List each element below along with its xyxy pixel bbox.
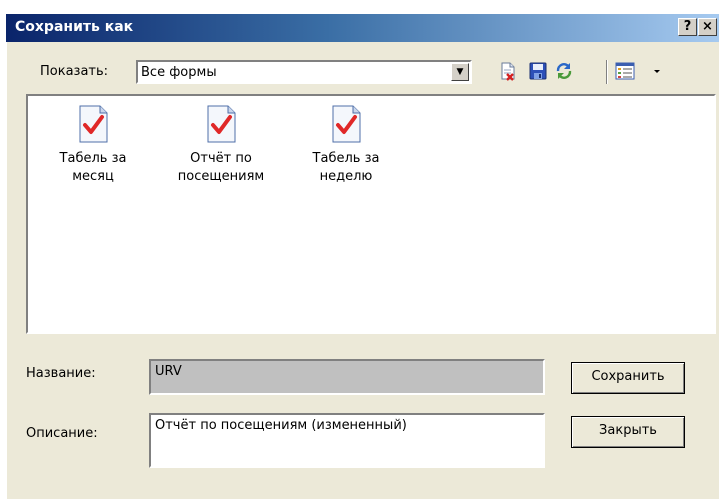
form-document-icon <box>332 105 361 143</box>
save-button[interactable]: Сохранить <box>571 362 685 394</box>
list-item-label: Отчёт по посещениям <box>177 151 265 184</box>
list-item-label: Табель за месяц <box>59 151 127 184</box>
form-item-weekly-timesheet[interactable]: Табель за неделю <box>291 104 401 186</box>
form-document-icon <box>79 105 108 143</box>
form-document-icon <box>207 105 236 143</box>
form-item-monthly-timesheet[interactable]: Табель за месяц <box>38 104 148 186</box>
title-bar: Сохранить как ? × <box>6 14 719 42</box>
toolbar-separator <box>606 60 608 84</box>
form-item-attendance-report[interactable]: Отчёт по посещениям <box>166 104 276 186</box>
description-field[interactable]: Отчёт по посещениям (измененный) <box>149 413 545 468</box>
description-label: Описание: <box>26 426 98 441</box>
view-icon[interactable] <box>614 60 636 82</box>
save-icon[interactable] <box>527 60 549 82</box>
close-button[interactable]: Закрыть <box>571 416 685 448</box>
refresh-icon[interactable] <box>553 60 575 82</box>
view-dropdown-chevron-icon[interactable] <box>650 60 664 82</box>
list-item-label: Табель за неделю <box>312 151 380 184</box>
forms-list[interactable]: Табель за месяц Отчёт по посещениям Табе… <box>26 94 716 334</box>
name-label: Название: <box>26 366 96 381</box>
help-button[interactable]: ? <box>678 18 697 36</box>
name-field[interactable]: URV <box>149 359 545 395</box>
form-filter-value: Все формы <box>141 65 217 80</box>
chevron-down-icon[interactable]: ▼ <box>451 63 469 81</box>
delete-icon[interactable] <box>497 60 519 82</box>
close-window-button[interactable]: × <box>698 18 717 36</box>
form-filter-select[interactable]: Все формы ▼ <box>136 60 472 84</box>
show-label: Показать: <box>40 64 109 79</box>
window-title: Сохранить как <box>15 19 134 35</box>
